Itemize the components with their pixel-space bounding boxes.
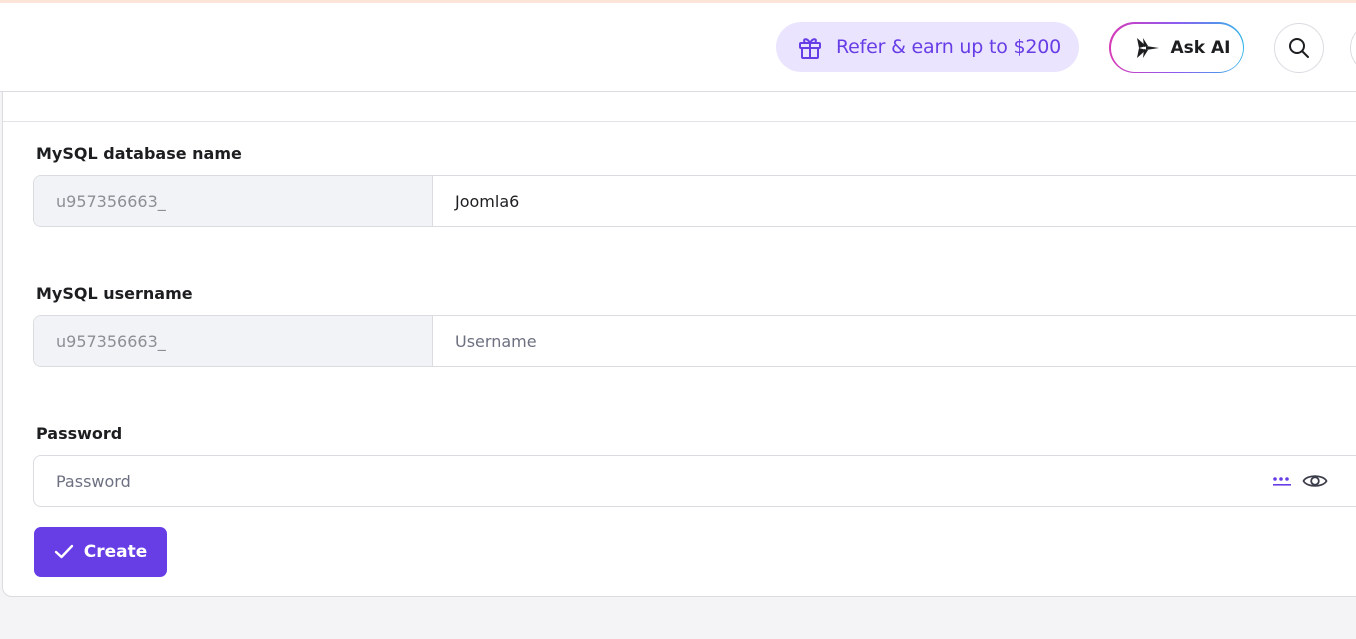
card-divider — [3, 121, 1356, 122]
db-name-input[interactable]: Joomla6 — [433, 176, 1356, 226]
ai-spark-icon — [1133, 34, 1161, 62]
username-field[interactable]: u957356663_ Username — [33, 315, 1356, 367]
ask-ai-button[interactable]: Ask AI — [1109, 22, 1244, 73]
ask-ai-label: Ask AI — [1170, 37, 1231, 58]
password-generate-icon[interactable] — [1272, 474, 1292, 488]
username-label: MySQL username — [36, 284, 193, 303]
header-extra-button[interactable] — [1350, 23, 1356, 73]
refer-earn-label: Refer & earn up to $200 — [836, 36, 1062, 58]
db-name-field[interactable]: u957356663_ Joomla6 — [33, 175, 1356, 227]
top-header: Refer & earn up to $200 Ask AI — [0, 3, 1356, 92]
search-icon — [1287, 36, 1311, 60]
password-label: Password — [36, 424, 123, 443]
create-button[interactable]: Create — [34, 527, 167, 577]
db-name-label: MySQL database name — [36, 144, 242, 163]
search-button[interactable] — [1274, 23, 1324, 73]
eye-icon[interactable] — [1302, 471, 1328, 491]
create-database-card: MySQL database name u957356663_ Joomla6 … — [2, 60, 1356, 597]
gift-icon — [796, 33, 824, 61]
password-input[interactable]: Password — [34, 456, 1356, 506]
refer-earn-button[interactable]: Refer & earn up to $200 — [776, 22, 1079, 72]
checkmark-icon — [54, 544, 74, 560]
create-label: Create — [83, 542, 148, 562]
username-prefix: u957356663_ — [34, 316, 433, 366]
username-input[interactable]: Username — [433, 316, 1356, 366]
password-field[interactable]: Password — [33, 455, 1356, 507]
db-name-prefix: u957356663_ — [34, 176, 433, 226]
